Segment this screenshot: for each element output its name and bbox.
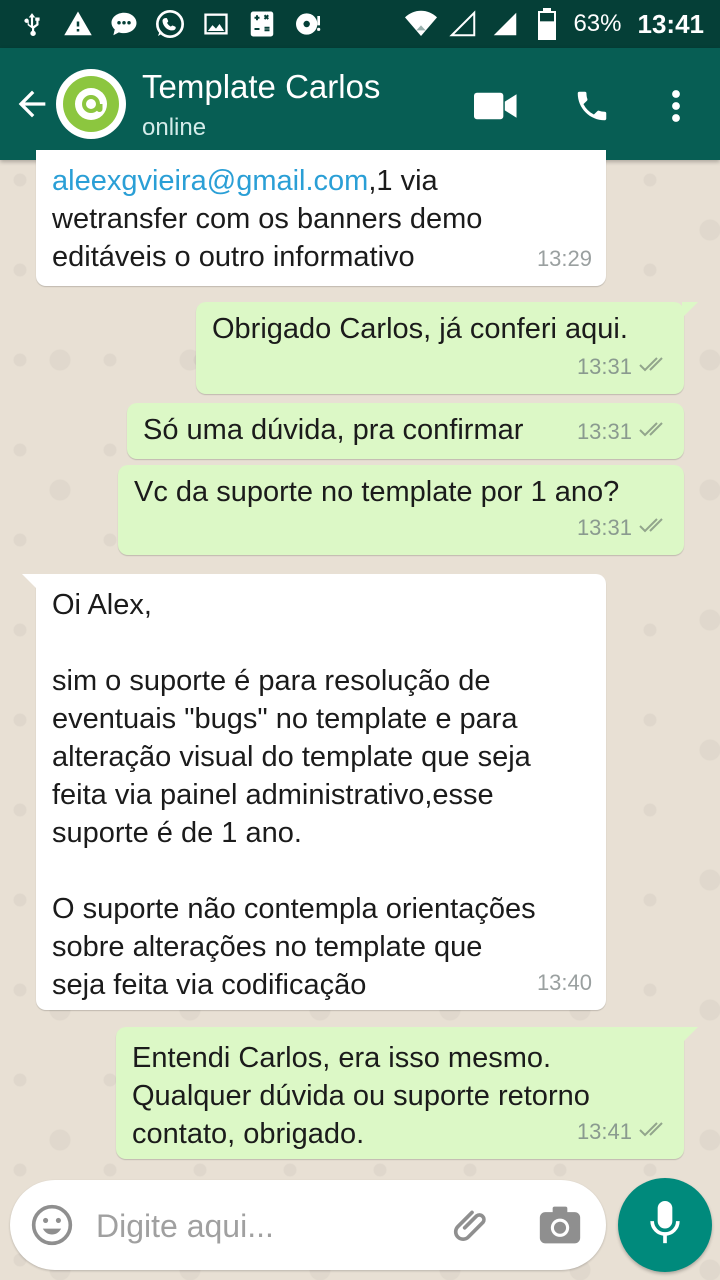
video-call-icon[interactable] [474,84,518,128]
calculator-icon [246,8,278,40]
message-incoming[interactable]: aleexgvieira@gmail.com,1 via wetransfer … [36,150,606,286]
message-time: 13:31 [576,515,632,540]
whatsapp-icon [154,8,186,40]
email-link[interactable]: aleexgvieira@gmail.com [52,165,368,197]
double-check-icon [638,1113,670,1151]
chat-header: Template Carlos online [0,48,720,160]
message-text: Oi Alex, sim o suporte é para resolução … [52,589,536,1001]
double-check-icon [638,348,670,386]
signal-icon [489,8,521,40]
double-check-icon [638,413,670,451]
message-outgoing[interactable]: Obrigado Carlos, já conferi aqui. 13:31 [196,302,698,394]
message-time: 13:29 [536,246,592,271]
usb-icon [16,8,48,40]
battery-percentage: 63% [573,10,622,37]
avatar[interactable] [56,69,126,139]
emoji-icon[interactable] [30,1203,74,1252]
image-icon [200,8,232,40]
message-time: 13:40 [536,970,592,995]
clock: 13:41 [637,8,705,39]
contact-name[interactable]: Template Carlos [142,68,380,106]
message-outgoing[interactable]: Entendi Carlos, era isso mesmo. Qualquer… [116,1027,698,1159]
message-composer [10,1180,606,1270]
signal-icon [447,8,479,40]
message-outgoing[interactable]: Só uma dúvida, pra confirmar 13:31 [127,403,684,459]
chat-notification-icon [108,8,140,40]
camera-icon[interactable] [538,1204,582,1251]
message-time: 13:31 [576,419,632,444]
contact-logo [63,76,119,132]
wifi-icon [405,8,438,40]
mic-icon [647,1200,683,1250]
message-time: 13:31 [576,354,632,379]
music-icon [292,8,324,40]
mic-button[interactable] [618,1178,712,1272]
battery-icon [531,8,563,40]
message-text: Vc da suporte no template por 1 ano? [134,476,620,508]
message-input[interactable] [94,1202,428,1250]
message-incoming[interactable]: Oi Alex, sim o suporte é para resolução … [22,574,606,1010]
message-time: 13:41 [576,1119,632,1144]
message-text: Obrigado Carlos, já conferi aqui. [212,313,628,345]
more-vert-icon[interactable] [654,84,698,128]
phone-icon[interactable] [570,84,614,128]
message-outgoing[interactable]: Vc da suporte no template por 1 ano? 13:… [118,465,684,555]
back-arrow-icon[interactable] [12,84,52,124]
attach-icon[interactable] [450,1204,494,1253]
double-check-icon [638,509,670,547]
warning-icon [62,8,94,40]
contact-status: online [142,114,207,141]
status-bar: 63% 13:41 [0,0,720,48]
